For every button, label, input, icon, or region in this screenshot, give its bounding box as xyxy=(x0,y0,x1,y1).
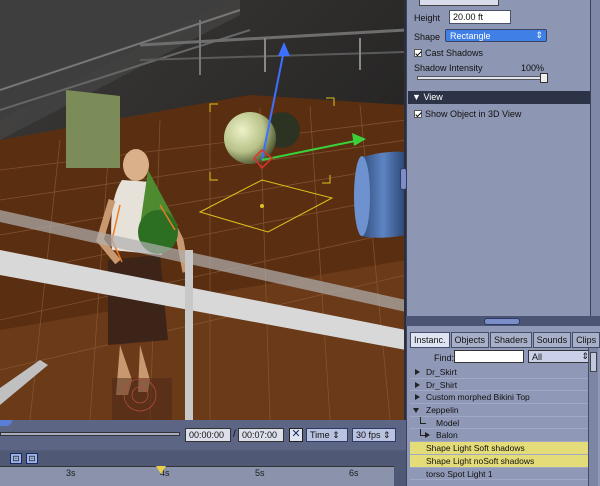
close-icon[interactable]: ✕ xyxy=(289,428,303,442)
list-item-label: Zeppelin xyxy=(426,405,459,416)
list-item[interactable]: Dr_Shirt xyxy=(410,379,590,392)
shape-select[interactable]: Rectangle ⇕ xyxy=(445,29,547,42)
show-object-label: Show Object in 3D View xyxy=(425,109,522,119)
slider-thumb[interactable] xyxy=(540,73,548,83)
time-separator: / xyxy=(233,429,236,440)
app-window: Height 20.00 ft Shape Rectangle ⇕ Cast S… xyxy=(0,0,600,486)
filter-select[interactable]: All ⇕ xyxy=(528,350,592,363)
library-panel: Instanc. Objects Shaders Sounds Clips Fi… xyxy=(406,326,600,486)
tab-instances[interactable]: Instanc. xyxy=(410,332,450,348)
tab-clips[interactable]: Clips xyxy=(572,332,600,348)
list-item-label: torso Spot Light 1 xyxy=(426,468,493,479)
tab-objects[interactable]: Objects xyxy=(450,332,490,348)
list-item-label: Model xyxy=(436,417,460,428)
total-time-field[interactable]: 00:07:00 xyxy=(238,428,284,442)
shape-select-value: Rectangle xyxy=(450,31,491,41)
list-item[interactable]: Shape Light Soft shadows xyxy=(410,442,590,455)
cast-shadows-checkbox[interactable] xyxy=(414,49,422,57)
scrubber-handle[interactable] xyxy=(0,420,12,426)
ruler-label: 6s xyxy=(349,468,359,478)
list-item-label: Dr_Shirt xyxy=(426,379,458,390)
list-item[interactable]: Dr_Skirt xyxy=(410,366,590,379)
chevron-updown-icon: ⇕ xyxy=(535,30,543,40)
list-item[interactable]: Balon xyxy=(410,429,590,443)
tab-shaders[interactable]: Shaders xyxy=(490,332,532,348)
3d-viewport[interactable] xyxy=(0,0,406,420)
scene-render xyxy=(0,0,404,420)
view-section-header[interactable]: ▼ View xyxy=(408,91,590,104)
find-label: Find: xyxy=(434,353,455,363)
find-input[interactable] xyxy=(454,350,524,363)
height-input[interactable]: 20.00 ft xyxy=(449,10,511,24)
properties-scrollbar[interactable] xyxy=(590,0,600,316)
list-item[interactable]: Model xyxy=(410,416,590,430)
shape-label: Shape xyxy=(414,32,441,42)
filter-select-value: All xyxy=(532,352,543,362)
view-section-label: View xyxy=(423,92,443,102)
list-item-label: Shape Light noSoft shadows xyxy=(426,455,535,466)
ruler-label: 5s xyxy=(255,468,265,478)
cast-shadows-row[interactable]: Cast Shadows xyxy=(414,48,483,58)
triangle-down-icon: ▼ xyxy=(412,92,421,102)
time-scrubber[interactable] xyxy=(0,432,180,436)
fps-select[interactable]: 30 fps ⇕ xyxy=(352,428,396,442)
show-object-row[interactable]: Show Object in 3D View xyxy=(414,109,521,119)
fps-value: 30 fps xyxy=(356,430,381,440)
chevron-updown-icon: ⇕ xyxy=(332,430,340,440)
list-item-label: Custom morphed Bikini Top xyxy=(426,392,530,403)
triangle-right-icon[interactable] xyxy=(425,432,430,439)
shadow-intensity-label: Shadow Intensity xyxy=(414,63,483,73)
width-field-partial[interactable] xyxy=(419,0,499,6)
scroll-thumb[interactable] xyxy=(590,352,597,372)
tree-connector xyxy=(420,416,426,424)
playhead-marker[interactable] xyxy=(156,466,166,474)
ruler-strip[interactable] xyxy=(0,466,394,486)
triangle-right-icon[interactable] xyxy=(415,369,420,375)
time-mode-value: Time xyxy=(310,430,330,440)
tab-sounds[interactable]: Sounds xyxy=(532,332,572,348)
list-item[interactable]: Shape Light noSoft shadows xyxy=(410,454,590,468)
library-scrollbar[interactable] xyxy=(588,348,598,486)
list-item-label: Shape Light Soft shadows xyxy=(426,443,525,454)
time-mode-select[interactable]: Time ⇕ xyxy=(306,428,348,442)
current-time-field[interactable]: 00:00:00 xyxy=(185,428,231,442)
library-tabs: Instanc. Objects Shaders Sounds Clips xyxy=(410,332,600,348)
list-item-label: Dr_Skirt xyxy=(426,367,457,377)
shadow-intensity-value: 100% xyxy=(521,63,545,73)
list-item[interactable]: Zeppelin xyxy=(410,404,590,417)
chevron-updown-icon: ⇕ xyxy=(383,430,391,440)
cast-shadows-label: Cast Shadows xyxy=(425,48,484,58)
list-item-label: Balon xyxy=(436,430,458,441)
list-item[interactable]: Custom morphed Bikini Top xyxy=(410,391,590,405)
triangle-right-icon[interactable] xyxy=(415,394,420,401)
triangle-right-icon[interactable] xyxy=(415,381,420,388)
show-object-checkbox[interactable] xyxy=(414,110,422,118)
ruler-label: 3s xyxy=(66,468,76,478)
loop-icon[interactable]: ⊡ xyxy=(26,453,38,464)
shadow-intensity-slider[interactable] xyxy=(417,73,548,83)
list-item[interactable]: torso Spot Light 1 xyxy=(410,468,590,481)
keyframe-mode-icon[interactable]: ⊡ xyxy=(10,453,22,464)
panel-side-grip[interactable] xyxy=(400,168,407,190)
height-label: Height xyxy=(414,13,441,23)
timeline-ruler[interactable]: ⊡ ⊡ 3s 4s 5s 6s xyxy=(0,452,406,486)
panel-split-grip[interactable] xyxy=(484,318,520,325)
triangle-down-icon[interactable] xyxy=(413,408,419,414)
properties-panel: Height 20.00 ft Shape Rectangle ⇕ Cast S… xyxy=(406,0,600,316)
instance-list: Dr_Skirt Dr_Shirt Custom morphed Bikini … xyxy=(410,366,590,481)
